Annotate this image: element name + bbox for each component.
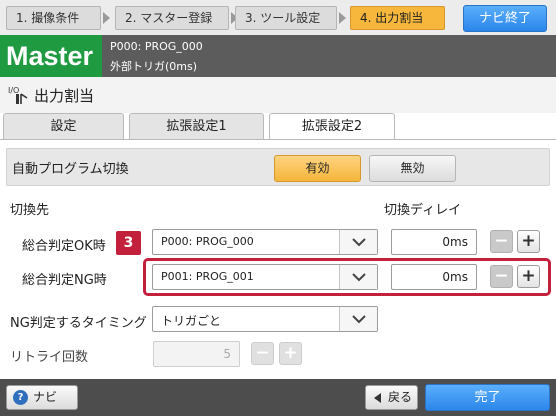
help-icon: ? xyxy=(13,390,28,405)
disabled-button[interactable]: 無効 xyxy=(369,155,456,182)
ng-timing-select[interactable]: トリガごと xyxy=(152,306,378,332)
retry-count-label: リトライ回数 xyxy=(10,350,89,365)
enabled-button[interactable]: 有効 xyxy=(274,155,361,182)
tab-extended-settings-1[interactable]: 拡張設定1 xyxy=(129,113,264,139)
master-logo: Master xyxy=(0,35,102,77)
step-1-capture-conditions[interactable]: 1. 撮像条件 xyxy=(6,6,101,30)
ok-row-label: 総合判定OK時 xyxy=(22,239,106,254)
program-name: P000: PROG_000 xyxy=(110,40,203,53)
chevron-down-icon xyxy=(339,307,377,331)
svg-text:I/O: I/O xyxy=(8,86,19,95)
step-badge: 3 xyxy=(116,231,141,255)
retry-plus-button[interactable]: + xyxy=(279,342,302,365)
ok-program-value: P000: PROG_000 xyxy=(161,235,254,248)
back-label: 戻る xyxy=(388,390,413,404)
ok-delay-minus-button[interactable]: − xyxy=(490,230,513,253)
step-3-tool-settings[interactable]: 3. ツール設定 xyxy=(235,6,337,30)
done-button[interactable]: 完了 xyxy=(425,384,550,411)
ok-program-select[interactable]: P000: PROG_000 xyxy=(152,229,378,255)
step-4-output-assignment[interactable]: 4. 出力割当 xyxy=(350,6,445,30)
back-arrow-icon xyxy=(374,393,381,403)
ng-row-label: 総合判定NG時 xyxy=(22,273,107,288)
chevron-down-icon xyxy=(339,230,377,254)
ok-delay-input[interactable]: 0ms xyxy=(391,229,477,255)
back-button[interactable]: 戻る xyxy=(365,385,418,410)
retry-minus-button[interactable]: − xyxy=(251,342,274,365)
switch-destination-header: 切換先 xyxy=(10,203,50,218)
trigger-mode: 外部トリガ(0ms) xyxy=(110,60,198,73)
tab-settings[interactable]: 設定 xyxy=(3,113,124,139)
navi-button[interactable]: ? ナビ xyxy=(6,385,78,410)
page-title: 出力割当 xyxy=(34,87,95,105)
navi-end-button[interactable]: ナビ終了 xyxy=(463,5,547,32)
step-arrow-icon xyxy=(339,12,346,24)
io-icon: I/O xyxy=(8,86,28,104)
ng-row-highlight xyxy=(143,258,551,296)
auto-program-switch-label: 自動プログラム切換 xyxy=(12,162,129,177)
tab-extended-settings-2[interactable]: 拡張設定2 xyxy=(269,113,395,141)
ng-timing-value: トリガごと xyxy=(161,314,222,328)
retry-count-input[interactable]: 5 xyxy=(153,341,240,367)
ok-delay-plus-button[interactable]: + xyxy=(517,230,540,253)
ng-timing-label: NG判定するタイミング xyxy=(10,316,147,331)
step-arrow-icon xyxy=(103,12,110,24)
navi-label: ナビ xyxy=(33,390,58,404)
step-2-master-registration[interactable]: 2. マスター登録 xyxy=(115,6,229,30)
switch-delay-header: 切換ディレイ xyxy=(384,203,462,218)
